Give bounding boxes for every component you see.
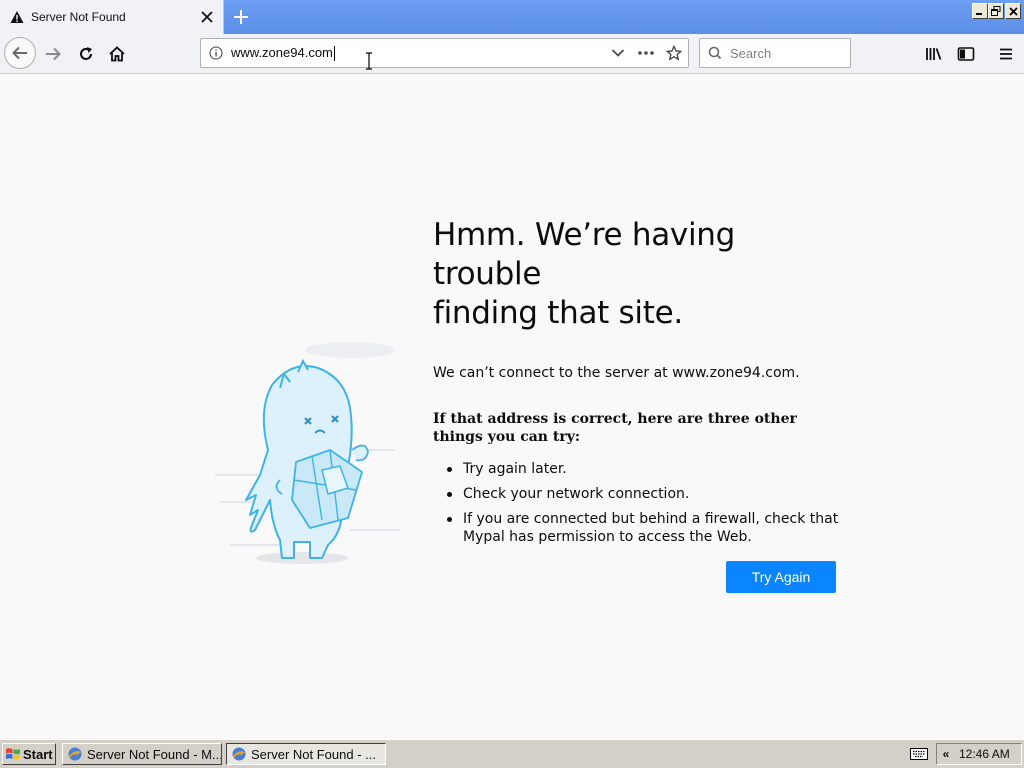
search-bar[interactable]	[699, 38, 851, 68]
error-title: Hmm. We’re having trouble finding that s…	[433, 216, 843, 333]
back-arrow-icon	[12, 46, 27, 60]
error-message-block: Hmm. We’re having trouble finding that s…	[433, 216, 843, 553]
text-caret	[333, 46, 335, 62]
url-text: www.zone94.com	[231, 44, 333, 60]
error-hint: If that address is correct, here are thr…	[433, 411, 797, 445]
chevron-down-icon	[611, 49, 625, 57]
restore-icon	[991, 6, 1001, 16]
start-button[interactable]: Start	[2, 743, 56, 765]
plus-icon	[234, 10, 248, 24]
more-dots-icon	[638, 51, 654, 55]
library-button[interactable]	[918, 38, 950, 70]
back-button[interactable]	[4, 37, 36, 69]
home-icon	[109, 46, 125, 62]
error-page: Hmm. We’re having trouble finding that s…	[0, 75, 1024, 739]
taskbar-task-1[interactable]: Server Not Found - M...	[62, 743, 222, 765]
minimize-icon	[976, 13, 982, 15]
list-item: Check your network connection.	[433, 485, 843, 503]
star-icon	[666, 45, 682, 61]
close-icon	[1008, 6, 1018, 16]
taskbar-task-2[interactable]: Server Not Found - ...	[226, 743, 386, 765]
dinosaur-illustration	[215, 342, 400, 564]
hamburger-menu-icon	[1000, 48, 1012, 60]
forward-button[interactable]	[37, 38, 69, 70]
list-item: If you are connected but behind a firewa…	[433, 510, 843, 546]
close-tab-icon[interactable]	[195, 5, 219, 29]
tray-expand-icon[interactable]: «	[937, 747, 955, 761]
keyboard-icon[interactable]	[910, 747, 928, 761]
tab-title: Server Not Found	[31, 10, 126, 24]
restore-button[interactable]	[988, 3, 1004, 19]
home-button[interactable]	[101, 38, 133, 70]
sidebar-icon	[957, 47, 975, 61]
bookmark-button[interactable]	[660, 39, 688, 67]
reload-icon	[80, 47, 92, 60]
forward-arrow-icon	[46, 47, 61, 61]
start-label: Start	[23, 746, 53, 762]
info-icon[interactable]	[201, 39, 231, 67]
system-tray: « 12:46 AM	[936, 743, 1022, 765]
error-title-line-1: Hmm. We’re having trouble	[433, 217, 735, 292]
new-tab-button[interactable]	[228, 4, 254, 30]
task-label: Server Not Found - ...	[251, 746, 376, 762]
library-icon	[926, 48, 942, 60]
browser-app-icon	[68, 747, 82, 761]
list-item: Try again later.	[433, 460, 843, 478]
url-dropdown-button[interactable]	[604, 39, 632, 67]
taskbar: Start Server Not Found - M... Server Not…	[0, 739, 1024, 768]
error-title-line-2: finding that site.	[433, 295, 683, 331]
windows-logo-icon	[6, 748, 20, 760]
search-icon	[708, 46, 722, 60]
tab-server-not-found[interactable]: Server Not Found	[0, 0, 224, 34]
sidebar-toggle-button[interactable]	[950, 38, 982, 70]
ibeam-cursor-icon	[366, 52, 372, 70]
navigation-toolbar: www.zone94.com	[0, 34, 1024, 74]
close-window-button[interactable]	[1005, 3, 1021, 19]
suggestion-list: Try again later. Check your network conn…	[433, 460, 843, 546]
tab-strip: Server Not Found	[0, 0, 1024, 34]
try-again-button[interactable]: Try Again	[726, 561, 836, 593]
minimize-button[interactable]	[972, 3, 988, 19]
browser-app-icon	[232, 747, 246, 761]
task-label: Server Not Found - M...	[87, 746, 222, 762]
search-input[interactable]	[730, 45, 840, 61]
reload-button[interactable]	[70, 38, 102, 70]
menu-button[interactable]	[990, 38, 1022, 70]
page-actions-button[interactable]	[632, 39, 660, 67]
error-description: We can’t connect to the server at www.zo…	[433, 365, 800, 381]
url-bar[interactable]: www.zone94.com	[200, 38, 689, 68]
url-input[interactable]: www.zone94.com	[231, 44, 604, 62]
warning-icon	[10, 11, 24, 23]
clock: 12:46 AM	[959, 747, 1010, 761]
